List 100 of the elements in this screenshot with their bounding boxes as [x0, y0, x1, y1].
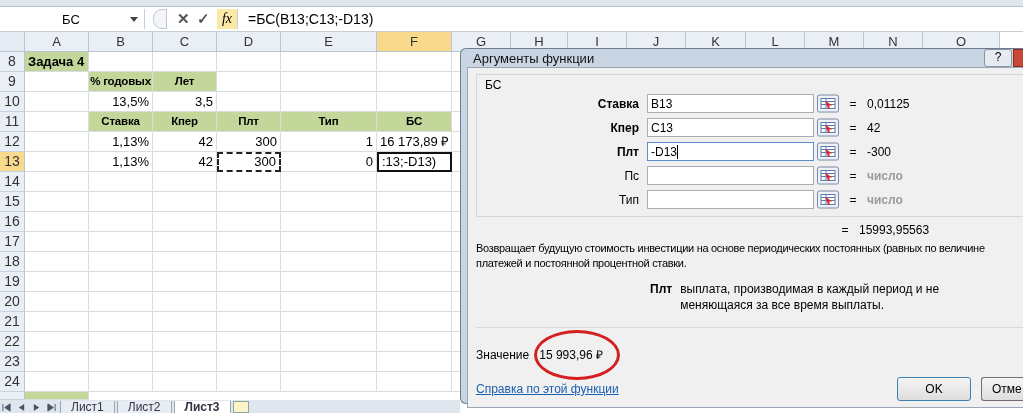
value-label: Значение [476, 347, 530, 362]
argument-label: Пс [623, 168, 640, 183]
column-header[interactable]: A [25, 32, 89, 52]
row-header[interactable]: 8 [0, 52, 25, 72]
collapse-dialog-icon[interactable] [817, 94, 839, 113]
column-header[interactable]: E [281, 32, 377, 52]
table-cell [217, 352, 281, 372]
collapse-dialog-icon[interactable] [817, 166, 839, 185]
sheet-tab[interactable]: Лист3 [173, 400, 231, 413]
column-header[interactable]: B [89, 32, 153, 52]
row-header[interactable]: 20 [0, 292, 25, 312]
collapse-dialog-icon[interactable] [817, 118, 839, 137]
column-header[interactable]: D [217, 32, 281, 52]
table-cell [153, 352, 217, 372]
argument-help-text: выплата, производимая в каждый период и не меняющаяся за все время выплаты. [680, 281, 941, 313]
table-cell: 300 [217, 152, 281, 172]
next-sheet-icon[interactable] [32, 402, 41, 412]
row-header[interactable]: 11 [0, 112, 25, 132]
row-header[interactable]: 14 [0, 172, 25, 192]
insert-function-button[interactable]: fx [217, 9, 237, 29]
table-cell [217, 372, 281, 392]
argument-field[interactable] [647, 166, 814, 185]
row-header[interactable]: 21 [0, 312, 25, 332]
argument-label: Ставка [596, 96, 640, 111]
formula-field[interactable]: =БС(B13;C13;-D13) [237, 9, 1023, 29]
table-cell: 300 [217, 132, 281, 152]
argument-field[interactable]: B13 [647, 94, 814, 113]
table-cell [89, 232, 153, 252]
table-cell [25, 92, 89, 112]
column-header[interactable]: C [153, 32, 217, 52]
sheet-tab[interactable]: Лист2 [116, 400, 172, 413]
row-header[interactable]: 9 [0, 72, 25, 92]
table-cell [89, 332, 153, 352]
table-cell [153, 172, 217, 192]
table-cell [89, 252, 153, 272]
last-sheet-icon[interactable] [47, 402, 56, 412]
table-cell [153, 312, 217, 332]
table-cell: Ставка [89, 112, 153, 132]
equals-sign: = [848, 192, 858, 207]
row-header[interactable]: 22 [0, 332, 25, 352]
table-cell [25, 192, 89, 212]
table-cell [89, 192, 153, 212]
argument-help-label: Плт [650, 281, 673, 298]
dialog-title: Аргументы функции [472, 50, 596, 66]
table-cell: 42 [153, 132, 217, 152]
equals-sign: = [848, 144, 858, 159]
previous-sheet-icon[interactable] [17, 402, 26, 412]
table-cell: 16 173,89 ₽ [377, 132, 452, 152]
splitter-handle-icon[interactable] [153, 9, 167, 29]
column-header[interactable]: F [377, 32, 452, 52]
table-cell [217, 52, 281, 72]
row-header[interactable]: 24 [0, 372, 25, 392]
table-cell [25, 292, 89, 312]
equals-sign: = [840, 223, 850, 237]
row-header[interactable]: 15 [0, 192, 25, 212]
table-cell [153, 292, 217, 312]
dropdown-arrow-icon[interactable] [130, 16, 138, 22]
cancel-button[interactable]: Отме [981, 377, 1023, 401]
row-header[interactable]: 12 [0, 132, 25, 152]
first-sheet-icon[interactable] [2, 402, 11, 412]
row-header[interactable]: 19 [0, 272, 25, 292]
argument-field[interactable]: -D13 [647, 142, 814, 161]
table-cell [25, 152, 89, 172]
table-cell [217, 72, 281, 92]
table-cell [25, 272, 89, 292]
argument-field[interactable] [647, 190, 814, 209]
table-cell [25, 352, 89, 372]
table-cell [25, 232, 89, 252]
table-cell [217, 332, 281, 352]
table-cell [25, 172, 89, 192]
help-link[interactable]: Справка по этой функции [476, 382, 887, 396]
collapse-dialog-icon[interactable] [817, 190, 839, 209]
sheet-tab[interactable]: Лист1 [60, 400, 115, 413]
table-cell: Задача 4 [25, 52, 89, 72]
table-cell: 1,13% [89, 132, 153, 152]
row-header[interactable]: 17 [0, 232, 25, 252]
argument-field[interactable]: C13 [647, 118, 814, 137]
value-text: 15 993,96 ₽ [539, 347, 603, 363]
table-cell [153, 372, 217, 392]
row-header[interactable]: 16 [0, 212, 25, 232]
function-name: БС [485, 78, 502, 92]
table-cell [25, 312, 89, 332]
table-cell: 0 [281, 152, 377, 172]
table-cell [25, 252, 89, 272]
enter-button[interactable]: ✓ [193, 10, 213, 28]
row-header[interactable]: 18 [0, 252, 25, 272]
row-header[interactable]: 13 [0, 152, 25, 172]
table-cell: 1 [281, 132, 377, 152]
function-description: Возвращает будущую стоимость инвестиции на основе периодических постоянных (равных по величине платежей и постоянной процентной ставки. [476, 241, 986, 271]
table-cell [89, 212, 153, 232]
cancel-button[interactable]: ✕ [173, 10, 193, 28]
table-cell: 42 [153, 152, 217, 172]
row-header[interactable]: 10 [0, 92, 25, 112]
help-button[interactable]: ? [984, 49, 1012, 67]
ok-button[interactable]: OK [897, 377, 971, 401]
name-box[interactable]: БС [0, 9, 145, 29]
row-header[interactable]: 23 [0, 352, 25, 372]
table-cell [153, 192, 217, 212]
collapse-dialog-icon[interactable] [817, 142, 839, 161]
table-cell [217, 312, 281, 332]
